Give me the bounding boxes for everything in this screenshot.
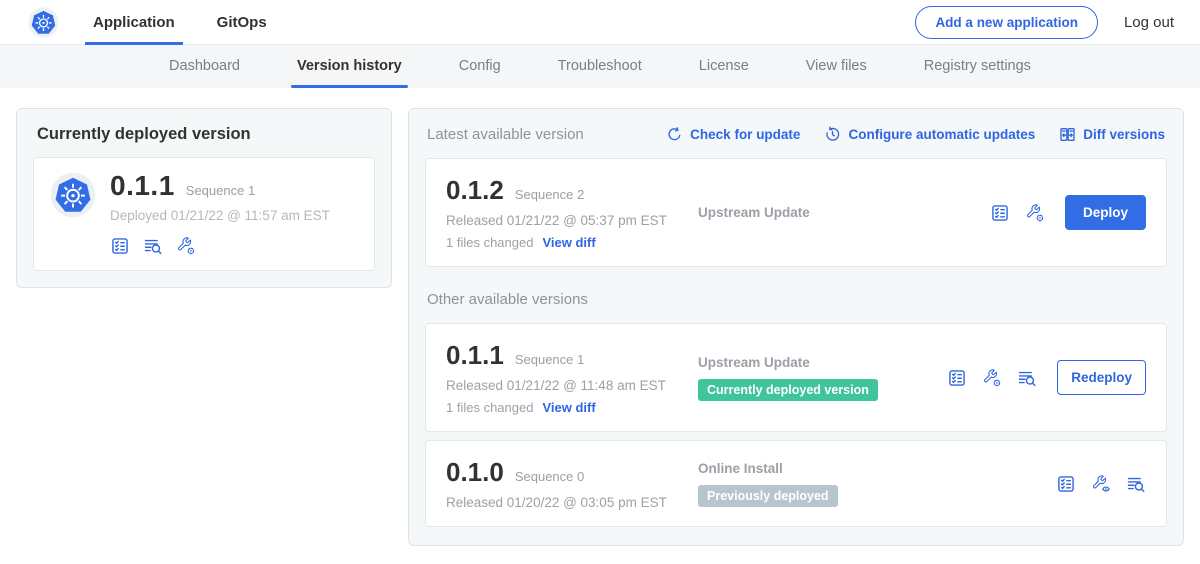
version-info: 0.1.1 Sequence 1 Released 01/21/22 @ 11:… — [446, 340, 698, 415]
version-actions: Deploy — [980, 195, 1146, 230]
refresh-icon — [666, 126, 683, 143]
view-files-icon[interactable] — [143, 236, 163, 256]
diff-versions-label: Diff versions — [1083, 127, 1165, 142]
source-label: Upstream Update — [698, 205, 980, 220]
deployed-version-info: 0.1.1 Sequence 1 Deployed 01/21/22 @ 11:… — [110, 170, 330, 256]
version-source: Upstream Update — [698, 205, 980, 220]
edit-config-icon[interactable] — [1025, 203, 1045, 223]
currently-deployed-title: Currently deployed version — [37, 125, 375, 144]
currently-deployed-card: Currently deployed version 0.1.1 Sequenc… — [16, 108, 392, 288]
version-history-panel: Latest available version Check for updat… — [408, 108, 1184, 546]
kubernetes-logo-icon — [28, 7, 59, 38]
subnav-tab-registry-settings[interactable]: Registry settings — [924, 45, 1031, 88]
released-timestamp: Released 01/21/22 @ 11:48 am EST — [446, 378, 698, 393]
check-for-update-link[interactable]: Check for update — [666, 126, 800, 143]
view-files-icon[interactable] — [1126, 474, 1146, 494]
currently-deployed-version-card: 0.1.1 Sequence 1 Deployed 01/21/22 @ 11:… — [33, 157, 375, 271]
edit-config-icon[interactable] — [982, 368, 1002, 388]
app-subnav: Dashboard Version history Config Trouble… — [0, 45, 1200, 88]
files-changed-label: 1 files changed — [446, 400, 533, 415]
configure-automatic-updates-label: Configure automatic updates — [848, 127, 1035, 142]
latest-version-title: Latest available version — [427, 126, 584, 143]
diff-versions-link[interactable]: Diff versions — [1059, 126, 1165, 143]
tab-gitops[interactable]: GitOps — [217, 0, 267, 45]
view-diff-link[interactable]: View diff — [542, 400, 595, 415]
diff-icon — [1059, 126, 1076, 143]
view-config-icon[interactable] — [1091, 474, 1111, 494]
edit-config-icon[interactable] — [176, 236, 196, 256]
view-diff-link[interactable]: View diff — [542, 235, 595, 250]
kubernetes-logo-icon — [50, 172, 96, 218]
version-source: Online Install Previously deployed — [698, 461, 1046, 507]
subnav-tab-view-files[interactable]: View files — [806, 45, 867, 88]
release-notes-icon[interactable] — [990, 203, 1010, 223]
version-row-0-1-0: 0.1.0 Sequence 0 Released 01/20/22 @ 03:… — [425, 440, 1167, 527]
subnav-tab-version-history[interactable]: Version history — [297, 45, 402, 88]
files-changed-label: 1 files changed — [446, 235, 533, 250]
other-versions-title: Other available versions — [427, 291, 1165, 308]
logout-button[interactable]: Log out — [1124, 14, 1174, 31]
version-number: 0.1.0 — [446, 457, 504, 488]
version-number: 0.1.1 — [446, 340, 504, 371]
released-timestamp: Released 01/21/22 @ 05:37 pm EST — [446, 213, 698, 228]
deployed-version-number: 0.1.1 — [110, 170, 175, 202]
configure-automatic-updates-link[interactable]: Configure automatic updates — [824, 126, 1035, 143]
version-actions: Redeploy — [937, 360, 1146, 395]
app-header: Application GitOps Add a new application… — [0, 0, 1200, 45]
release-notes-icon[interactable] — [110, 236, 130, 256]
deployed-actions — [110, 236, 330, 256]
main-content: Currently deployed version 0.1.1 Sequenc… — [0, 88, 1200, 564]
version-actions — [1046, 474, 1146, 494]
latest-version-header: Latest available version Check for updat… — [427, 126, 1165, 143]
schedule-update-icon — [824, 126, 841, 143]
deployed-timestamp: Deployed 01/21/22 @ 11:57 am EST — [110, 208, 330, 223]
sequence-label: Sequence 1 — [515, 352, 584, 367]
released-timestamp: Released 01/20/22 @ 03:05 pm EST — [446, 495, 698, 510]
subnav-tab-troubleshoot[interactable]: Troubleshoot — [558, 45, 642, 88]
version-row-0-1-2: 0.1.2 Sequence 2 Released 01/21/22 @ 05:… — [425, 158, 1167, 267]
sequence-label: Sequence 2 — [515, 187, 584, 202]
subnav-tab-config[interactable]: Config — [459, 45, 501, 88]
source-label: Online Install — [698, 461, 1046, 476]
version-row-0-1-1: 0.1.1 Sequence 1 Released 01/21/22 @ 11:… — [425, 323, 1167, 432]
deployed-sequence-label: Sequence 1 — [186, 183, 255, 198]
add-application-button[interactable]: Add a new application — [915, 6, 1098, 39]
previously-deployed-badge: Previously deployed — [698, 485, 838, 507]
source-label: Upstream Update — [698, 355, 937, 370]
version-source: Upstream Update Currently deployed versi… — [698, 355, 937, 401]
currently-deployed-badge: Currently deployed version — [698, 379, 878, 401]
view-files-icon[interactable] — [1017, 368, 1037, 388]
redeploy-button[interactable]: Redeploy — [1057, 360, 1146, 395]
version-number: 0.1.2 — [446, 175, 504, 206]
check-for-update-label: Check for update — [690, 127, 800, 142]
release-notes-icon[interactable] — [1056, 474, 1076, 494]
tab-application[interactable]: Application — [93, 0, 175, 45]
sequence-label: Sequence 0 — [515, 469, 584, 484]
deploy-button[interactable]: Deploy — [1065, 195, 1146, 230]
release-notes-icon[interactable] — [947, 368, 967, 388]
subnav-tab-dashboard[interactable]: Dashboard — [169, 45, 240, 88]
version-info: 0.1.2 Sequence 2 Released 01/21/22 @ 05:… — [446, 175, 698, 250]
version-info: 0.1.0 Sequence 0 Released 01/20/22 @ 03:… — [446, 457, 698, 510]
panel-actions: Check for update Configure automatic upd… — [666, 126, 1165, 143]
subnav-tab-license[interactable]: License — [699, 45, 749, 88]
